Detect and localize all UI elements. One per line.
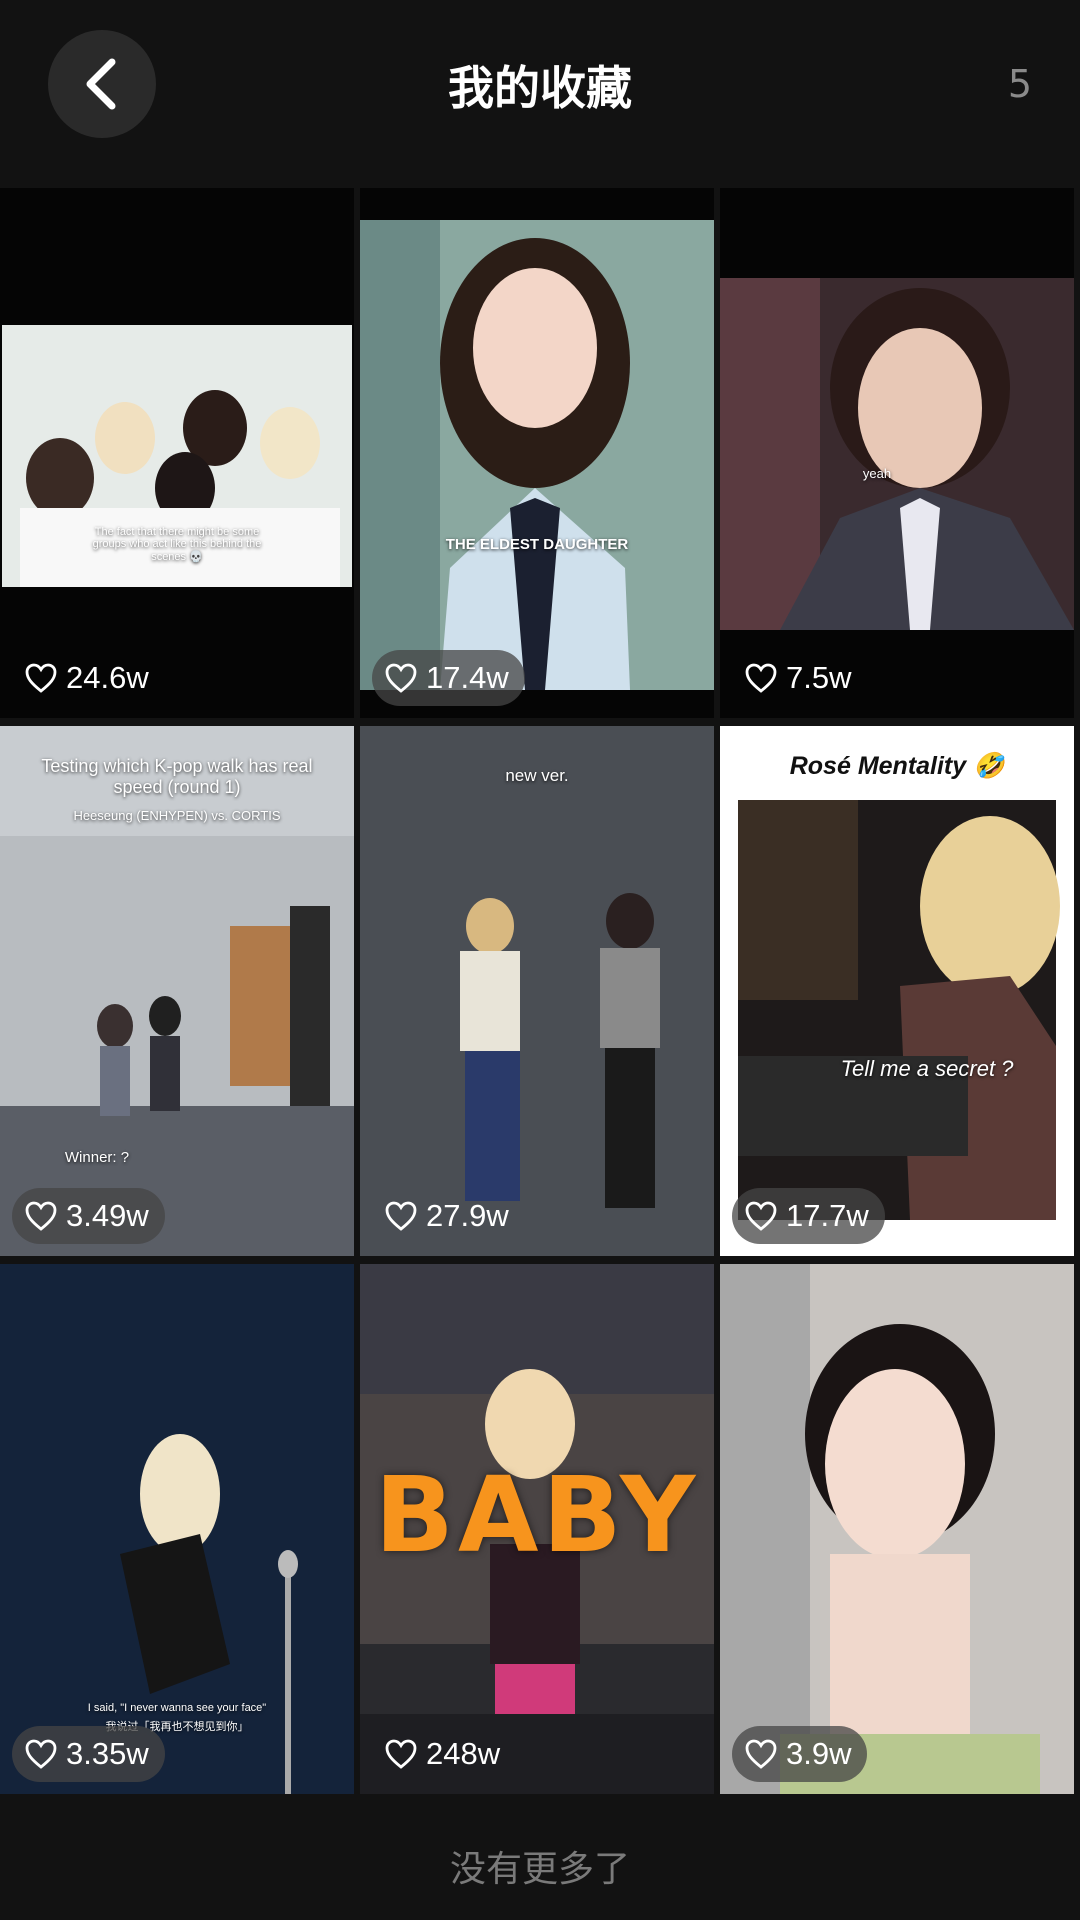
- video-tile[interactable]: Testing which K-pop walk has real speed …: [0, 726, 354, 1256]
- end-of-list-text: 没有更多了: [449, 1849, 630, 1890]
- video-thumbnail: [0, 1264, 354, 1794]
- top-bar: 我的收藏 5: [0, 0, 1080, 180]
- video-thumbnail: [360, 188, 714, 718]
- video-caption-sub: Heeseung (ENHYPEN) vs. CORTIS: [73, 808, 281, 823]
- heart-outline-icon: [745, 663, 777, 693]
- video-tile[interactable]: I said, "I never wanna see your face" 我说…: [0, 1264, 354, 1794]
- heart-outline-icon: [385, 663, 417, 693]
- heart-outline-icon: [385, 1201, 417, 1231]
- heart-outline-icon: [25, 1739, 57, 1769]
- video-thumbnail: [0, 726, 354, 1256]
- heart-outline-icon: [745, 1739, 777, 1769]
- video-thumbnail: [720, 1264, 1074, 1794]
- like-count: 27.9w: [372, 1188, 525, 1244]
- like-count: 24.6w: [12, 650, 165, 706]
- video-thumbnail: [720, 188, 1074, 718]
- page-title: 我的收藏: [448, 61, 632, 115]
- heart-outline-icon: [25, 1201, 57, 1231]
- favorites-count: 5: [1007, 62, 1032, 106]
- video-tile[interactable]: The fact that there might be some groups…: [0, 188, 354, 718]
- like-count-value: 17.7w: [786, 1198, 869, 1233]
- like-count: 17.7w: [732, 1188, 885, 1244]
- like-count-value: 17.4w: [426, 660, 509, 695]
- video-caption: Winner: ?: [64, 1149, 130, 1166]
- like-count-value: 248w: [426, 1736, 501, 1771]
- like-count-value: 27.9w: [426, 1198, 509, 1233]
- heart-outline-icon: [25, 663, 57, 693]
- video-caption-top: Rosé Mentality 🤣: [789, 752, 1005, 780]
- video-tile[interactable]: 3.9w: [720, 1264, 1074, 1794]
- like-count-value: 7.5w: [786, 660, 852, 695]
- heart-outline-icon: [745, 1201, 777, 1231]
- video-caption-big: BABY: [374, 1454, 700, 1576]
- video-tile[interactable]: BABY 248w: [360, 1264, 714, 1794]
- like-count: 17.4w: [372, 650, 525, 706]
- video-thumbnail: [0, 188, 354, 718]
- video-caption: Tell me a secret ?: [840, 1056, 1014, 1081]
- video-tile[interactable]: yeah 7.5w: [720, 188, 1074, 718]
- like-count-value: 24.6w: [66, 660, 149, 695]
- video-caption: The fact that there might be some groups…: [92, 526, 262, 563]
- like-count: 248w: [372, 1726, 516, 1782]
- like-count: 3.49w: [12, 1188, 165, 1244]
- heart-outline-icon: [385, 1739, 417, 1769]
- like-count-value: 3.35w: [66, 1736, 149, 1771]
- video-caption: I said, "I never wanna see your face": [87, 1702, 267, 1714]
- video-caption: THE ELDEST DAUGHTER: [445, 536, 629, 553]
- video-tile[interactable]: new ver. 27.9w: [360, 726, 714, 1256]
- like-count: 7.5w: [732, 650, 867, 706]
- video-caption-top: new ver.: [505, 766, 569, 785]
- video-caption-top: Testing which K-pop walk has real speed …: [41, 756, 313, 797]
- video-tile[interactable]: Rosé Mentality 🤣 Tell me a secret ? 17.7…: [720, 726, 1074, 1256]
- video-thumbnail: [360, 726, 714, 1256]
- like-count: 3.35w: [12, 1726, 165, 1782]
- video-caption: yeah: [862, 466, 892, 481]
- video-thumbnail: [720, 726, 1074, 1256]
- like-count: 3.9w: [732, 1726, 868, 1782]
- like-count-value: 3.49w: [66, 1198, 149, 1233]
- like-count-value: 3.9w: [786, 1736, 852, 1771]
- video-tile[interactable]: THE ELDEST DAUGHTER 17.4w: [360, 188, 714, 718]
